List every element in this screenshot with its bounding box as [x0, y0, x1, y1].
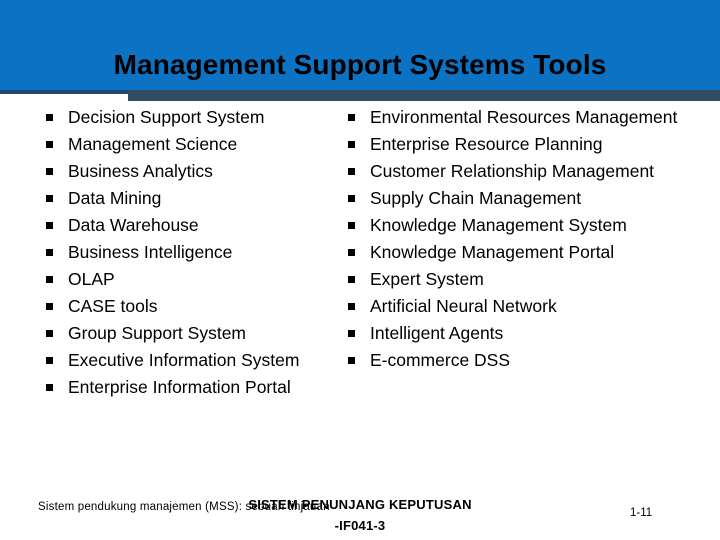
page-title: Management Support Systems Tools — [113, 49, 607, 80]
footer-course-code: -IF041-3 — [334, 518, 386, 533]
square-bullet-icon — [46, 249, 53, 256]
list-item: CASE tools — [42, 293, 342, 320]
list-item-label: Expert System — [370, 269, 484, 289]
list-item: Enterprise Information Portal — [42, 374, 342, 401]
square-bullet-icon — [348, 276, 355, 283]
list-item: Business Intelligence — [42, 239, 342, 266]
list-item-label: OLAP — [68, 269, 115, 289]
header-divider-gap — [0, 94, 128, 101]
list-item: Decision Support System — [42, 104, 342, 131]
list-item: Expert System — [344, 266, 720, 293]
list-item-label: Business Analytics — [68, 161, 213, 181]
right-bullet-list: Environmental Resources Management Enter… — [344, 104, 720, 374]
list-item: OLAP — [42, 266, 342, 293]
square-bullet-icon — [46, 276, 53, 283]
square-bullet-icon — [348, 168, 355, 175]
list-item-label: Decision Support System — [68, 107, 265, 127]
square-bullet-icon — [46, 303, 53, 310]
list-item-label: Business Intelligence — [68, 242, 233, 262]
square-bullet-icon — [348, 195, 355, 202]
slide-content: Decision Support System Management Scien… — [0, 104, 720, 500]
list-item-label: Data Mining — [68, 188, 162, 208]
list-item-label: Executive Information System — [68, 350, 300, 370]
list-item-label: Customer Relationship Management — [370, 161, 655, 181]
square-bullet-icon — [46, 357, 53, 364]
list-item: Knowledge Management Portal — [344, 239, 720, 266]
square-bullet-icon — [348, 303, 355, 310]
list-item: Business Analytics — [42, 158, 342, 185]
list-item-label: E-commerce DSS — [370, 350, 511, 370]
list-item-label: Environmental Resources Management — [370, 107, 678, 127]
list-item-label: Knowledge Management System — [370, 215, 627, 235]
page-number: 1-11 — [630, 507, 653, 519]
right-bullet-column: Environmental Resources Management Enter… — [344, 104, 720, 374]
list-item: Artificial Neural Network — [344, 293, 720, 320]
left-bullet-column: Decision Support System Management Scien… — [42, 104, 342, 401]
list-item-label: Group Support System — [68, 323, 246, 343]
square-bullet-icon — [348, 330, 355, 337]
square-bullet-icon — [348, 114, 355, 121]
list-item-label: Artificial Neural Network — [370, 296, 557, 316]
list-item: Executive Information System — [42, 347, 342, 374]
square-bullet-icon — [46, 330, 53, 337]
square-bullet-icon — [46, 114, 53, 121]
list-item-label: CASE tools — [68, 296, 158, 316]
list-item: Enterprise Resource Planning — [344, 131, 720, 158]
list-item: Supply Chain Management — [344, 185, 720, 212]
square-bullet-icon — [348, 249, 355, 256]
square-bullet-icon — [46, 141, 53, 148]
list-item-label: Data Warehouse — [68, 215, 199, 235]
list-item: Environmental Resources Management — [344, 104, 720, 131]
footer-course-title-line1: SISTEM PENUNJANG KEPUTUSAN — [248, 497, 472, 512]
list-item-label: Knowledge Management Portal — [370, 242, 615, 262]
list-item-label: Enterprise Information Portal — [68, 377, 291, 397]
square-bullet-icon — [348, 222, 355, 229]
list-item-label: Enterprise Resource Planning — [370, 134, 603, 154]
footer-course-title: SISTEM PENUNJANG KEPUTUSAN -IF041-3 — [0, 494, 720, 536]
list-item-label: Management Science — [68, 134, 238, 154]
list-item: Data Mining — [42, 185, 342, 212]
list-item-label: Intelligent Agents — [370, 323, 504, 343]
list-item: Knowledge Management System — [344, 212, 720, 239]
slide-header-banner: Management Support Systems Tools — [0, 0, 720, 90]
list-item: Data Warehouse — [42, 212, 342, 239]
left-bullet-list: Decision Support System Management Scien… — [42, 104, 342, 401]
square-bullet-icon — [348, 141, 355, 148]
list-item: E-commerce DSS — [344, 347, 720, 374]
list-item: Group Support System — [42, 320, 342, 347]
list-item: Management Science — [42, 131, 342, 158]
list-item-label: Supply Chain Management — [370, 188, 582, 208]
square-bullet-icon — [46, 195, 53, 202]
list-item: Customer Relationship Management — [344, 158, 720, 185]
square-bullet-icon — [348, 357, 355, 364]
list-item: Intelligent Agents — [344, 320, 720, 347]
square-bullet-icon — [46, 384, 53, 391]
square-bullet-icon — [46, 168, 53, 175]
square-bullet-icon — [46, 222, 53, 229]
header-divider-bar — [128, 90, 720, 101]
